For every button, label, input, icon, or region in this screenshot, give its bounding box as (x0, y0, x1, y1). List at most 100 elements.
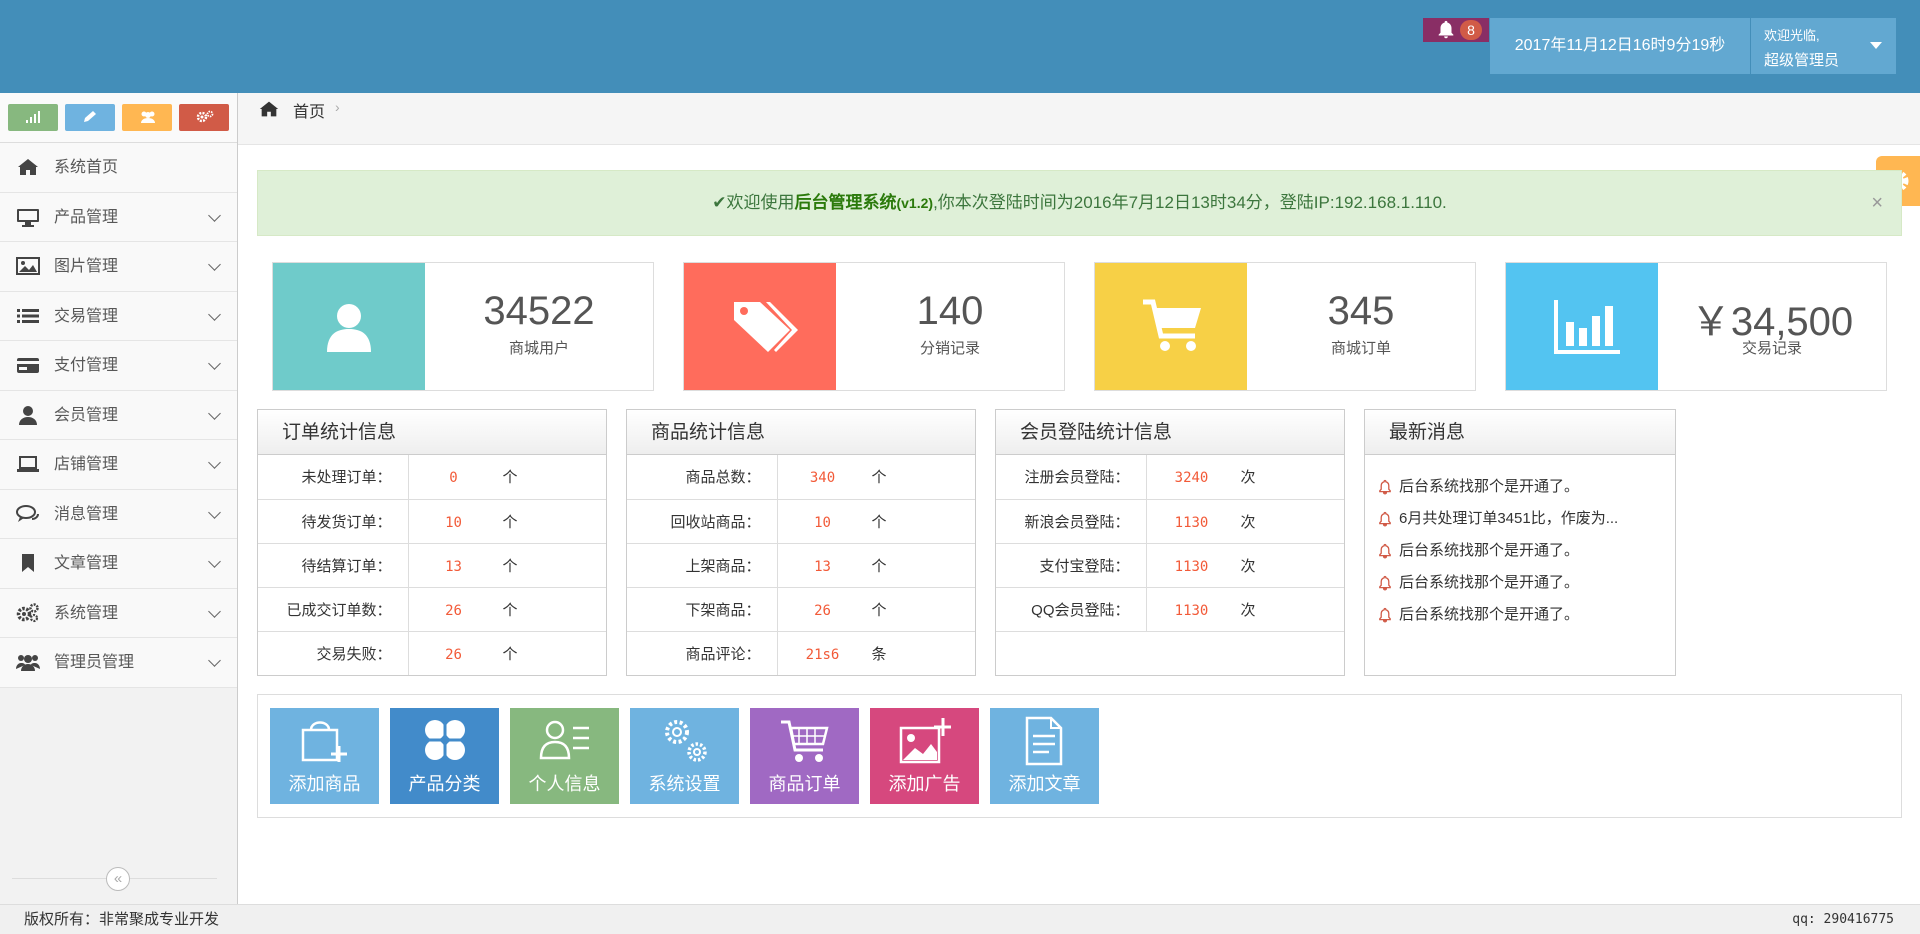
panel-member-login-stats: 会员登陆统计信息 注册会员登陆： 3240 次 新浪会员登陆： 1130 次 支付宝登陆… (995, 409, 1345, 676)
stat-unit: 个 (871, 557, 887, 575)
bell-icon (1379, 511, 1391, 527)
sidebar-item-articles[interactable]: 文章管理 (0, 539, 237, 589)
add-goods-icon (301, 721, 347, 762)
bookmark-icon (22, 554, 34, 572)
news-item[interactable]: 后台系统找那个是开通了。 (1377, 471, 1675, 503)
stat-label: 分销记录 (919, 340, 980, 357)
welcome-text: 欢迎光临, (1764, 28, 1820, 43)
table-row: 下架商品： 26 个 (627, 587, 975, 632)
table-row: 交易失败： 26 个 (258, 631, 606, 675)
sidebar-item-admins[interactable]: 管理员管理 (0, 638, 237, 688)
home-icon (259, 101, 279, 117)
news-text: 后台系统找那个是开通了。 (1399, 606, 1580, 623)
chevron-down-icon (208, 456, 221, 469)
table-row: 商品总数： 340 个 (627, 455, 975, 500)
stat-unit: 个 (502, 513, 518, 531)
sidebar-item-members[interactable]: 会员管理 (0, 390, 237, 440)
table-row: 已成交订单数： 26 个 (258, 587, 606, 632)
shortcut-users-button[interactable] (122, 104, 172, 131)
news-item[interactable]: 后台系统找那个是开通了。 (1377, 567, 1675, 599)
bell-icon (1379, 607, 1391, 623)
stat-key: 下架商品： (627, 587, 778, 632)
stat-key: 商品评论： (627, 631, 778, 675)
sidebar-item-transactions[interactable]: 交易管理 (0, 291, 237, 341)
picture-icon (16, 257, 40, 275)
table-row: 支付宝登陆： 1130 次 (996, 543, 1344, 588)
quick-action-label: 个人信息 (528, 774, 601, 794)
sidebar-item-label: 店铺管理 (54, 456, 119, 473)
shortcut-cogs-button[interactable] (179, 104, 229, 131)
sidebar-item-label: 支付管理 (54, 357, 119, 374)
close-icon[interactable]: × (1871, 171, 1883, 235)
quick-settings-button[interactable]: 系统设置 (630, 708, 739, 804)
news-item[interactable]: 6月共处理订单3451比，作废为... (1377, 503, 1675, 535)
user-menu[interactable]: 欢迎光临, 超级管理员 (1751, 18, 1896, 74)
sidebar-item-shops[interactable]: 店铺管理 (0, 440, 237, 490)
chevron-down-icon (208, 406, 221, 420)
home-icon (18, 159, 38, 175)
stat-number: 26 (445, 602, 462, 619)
bell-icon (1379, 543, 1391, 559)
sidebar-item-home[interactable]: 系统首页 (0, 143, 237, 193)
quick-action-label: 添加广告 (888, 774, 961, 794)
sidebar-collapse-button[interactable]: « (106, 867, 130, 891)
quick-profile-button[interactable]: 个人信息 (510, 708, 619, 804)
stat-key: 回收站商品： (627, 499, 778, 544)
shortcut-pencil-button[interactable] (65, 104, 115, 131)
quick-category-button[interactable]: 产品分类 (390, 708, 499, 804)
caret-down-icon (1870, 42, 1882, 49)
footer: 版权所有：非常聚成专业开发 qq: 290416775 (0, 904, 1920, 934)
sidebar-item-system[interactable]: 系统管理 (0, 588, 237, 638)
login-stats-table: 注册会员登陆： 3240 次 新浪会员登陆： 1130 次 支付宝登陆： 1130 次 QQ… (996, 455, 1344, 632)
news-text: 6月共处理订单3451比，作废为... (1399, 510, 1619, 527)
sidebar-item-products[interactable]: 产品管理 (0, 192, 237, 242)
stat-value: 345 (1327, 289, 1395, 333)
signal-icon (26, 111, 40, 123)
footer-qq: qq: 290416775 (1792, 912, 1894, 927)
alert-prefix: 欢迎使用 (726, 193, 795, 212)
sidebar-item-label: 管理员管理 (54, 654, 135, 671)
sidebar-shortcuts (0, 93, 237, 143)
stat-key: 注册会员登陆： (996, 455, 1147, 500)
desktop-icon (17, 208, 39, 227)
quick-add-article-button[interactable]: 添加文章 (990, 708, 1099, 804)
news-item[interactable]: 后台系统找那个是开通了。 (1377, 535, 1675, 567)
chevron-down-icon (208, 505, 221, 519)
table-row: 新浪会员登陆： 1130 次 (996, 499, 1344, 544)
quick-add-ad-button[interactable]: 添加广告 (870, 708, 979, 804)
stat-key: 商品总数： (627, 455, 778, 500)
news-text: 后台系统找那个是开通了。 (1399, 574, 1580, 591)
panel-title: 订单统计信息 (258, 410, 606, 455)
stat-number: 13 (445, 558, 462, 575)
shortcut-signal-button[interactable] (8, 104, 58, 131)
quick-order-button[interactable]: 商品订单 (750, 708, 859, 804)
chevron-down-icon (208, 208, 221, 222)
group-icon (16, 655, 40, 671)
add-article-icon (1025, 716, 1063, 766)
stat-label: 商城订单 (1330, 340, 1391, 357)
sidebar-item-messages[interactable]: 消息管理 (0, 489, 237, 539)
breadcrumb-separator: › (335, 99, 340, 115)
sidebar-item-label: 交易管理 (54, 307, 119, 325)
bar-chart-icon (1554, 300, 1620, 354)
profile-icon (539, 720, 589, 760)
chevron-down-icon (208, 654, 221, 667)
stat-unit: 条 (871, 645, 887, 663)
stat-unit: 次 (1240, 469, 1256, 487)
user-name: 超级管理员 (1764, 52, 1840, 69)
sidebar-item-payments[interactable]: 支付管理 (0, 341, 237, 391)
stat-key: 已成交订单数： (258, 587, 409, 632)
sidebar-item-label: 图片管理 (54, 258, 119, 275)
stat-number: 10 (814, 514, 831, 531)
quick-add-goods-button[interactable]: 添加商品 (270, 708, 379, 804)
notifications-button[interactable]: 8 (1423, 18, 1489, 42)
bell-icon (1379, 575, 1391, 591)
stat-card-users: 34522 商城用户 (272, 262, 654, 391)
panel-latest-news: 最新消息 后台系统找那个是开通了。 6月共处理订单3451比，作废为... 后台… (1364, 409, 1676, 676)
breadcrumb-home-link[interactable]: 首页 (293, 98, 325, 122)
stat-unit: 个 (502, 557, 518, 575)
stat-label: 商城用户 (508, 340, 569, 357)
news-item[interactable]: 后台系统找那个是开通了。 (1377, 599, 1675, 631)
table-row: QQ会员登陆： 1130 次 (996, 587, 1344, 632)
sidebar-item-pictures[interactable]: 图片管理 (0, 242, 237, 292)
